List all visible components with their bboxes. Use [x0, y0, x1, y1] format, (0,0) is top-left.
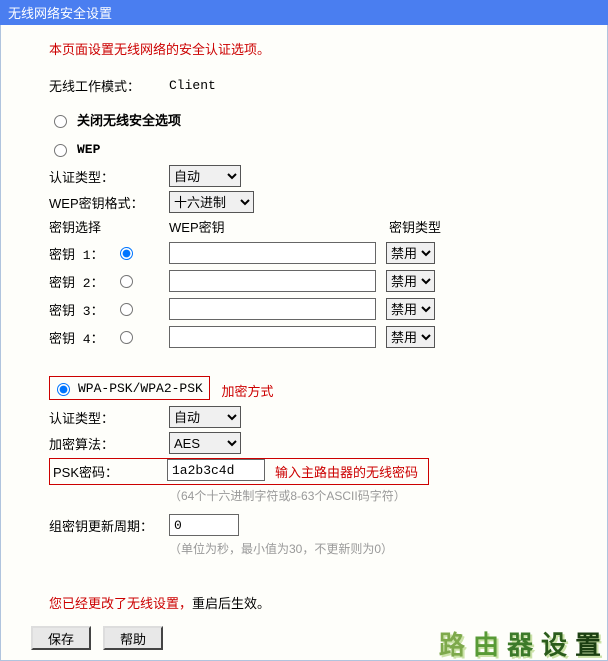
wep-auth-select[interactable]: 自动 [169, 165, 241, 187]
rekey-input[interactable] [169, 514, 239, 536]
wep-format-label: WEP密钥格式： [49, 193, 169, 212]
help-button[interactable]: 帮助 [103, 626, 163, 650]
psk-highlight-box: PSK密码： 输入主路由器的无线密码 [49, 458, 429, 485]
wep-key1-input[interactable] [169, 242, 376, 264]
radio-wep-label: WEP [77, 142, 100, 157]
wep-key4-type-select[interactable]: 禁用 [386, 326, 435, 348]
wep-key1-label: 密钥 1： [49, 244, 115, 263]
wep-key2-type-select[interactable]: 禁用 [386, 270, 435, 292]
mode-value: Client [169, 78, 216, 93]
wep-key3-label: 密钥 3： [49, 300, 115, 319]
wep-auth-label: 认证类型： [49, 167, 169, 186]
wep-key1-type-select[interactable]: 禁用 [386, 242, 435, 264]
wep-format-select[interactable]: 十六进制 [169, 191, 254, 213]
psk-annotation: 输入主路由器的无线密码 [265, 459, 428, 484]
radio-wpa[interactable] [57, 383, 70, 396]
wpa-auth-label: 认证类型： [49, 408, 169, 427]
save-button[interactable]: 保存 [31, 626, 91, 650]
radio-security-off[interactable] [54, 115, 67, 128]
wpa-algo-select[interactable]: AES [169, 432, 241, 454]
wep-key2-label: 密钥 2： [49, 272, 115, 291]
content-panel: 本页面设置无线网络的安全认证选项。 无线工作模式： Client 关闭无线安全选… [0, 25, 608, 661]
watermark: 路 由 器 设 置 [437, 630, 607, 660]
wep-key1-radio[interactable] [120, 247, 133, 260]
wep-key2-input[interactable] [169, 270, 376, 292]
wep-header-select: 密钥选择 [49, 217, 169, 236]
wep-key4-input[interactable] [169, 326, 376, 348]
description-text: 本页面设置无线网络的安全认证选项。 [49, 39, 607, 58]
wpa-method-annotation: 加密方式 [221, 384, 273, 399]
rekey-hint: （单位为秒，最小值为30，不更新则为0） [169, 540, 607, 557]
mode-label: 无线工作模式： [49, 76, 169, 95]
wep-key3-type-select[interactable]: 禁用 [386, 298, 435, 320]
wep-header-key: WEP密钥 [169, 217, 389, 236]
wep-key2-radio[interactable] [120, 275, 133, 288]
wep-key3-input[interactable] [169, 298, 376, 320]
wpa-algo-label: 加密算法： [49, 434, 169, 453]
radio-security-off-label: 关闭无线安全选项 [77, 110, 181, 129]
rekey-label: 组密钥更新周期： [49, 516, 169, 535]
psk-input[interactable] [167, 459, 265, 481]
panel-title: 无线网络安全设置 [0, 0, 608, 25]
radio-wpa-label: WPA-PSK/WPA2-PSK [78, 381, 203, 396]
wep-key4-label: 密钥 4： [49, 328, 115, 347]
psk-label: PSK密码： [50, 459, 167, 484]
wpa-auth-select[interactable]: 自动 [169, 406, 241, 428]
wep-header-type: 密钥类型 [389, 217, 469, 236]
radio-wep[interactable] [54, 144, 67, 157]
warning-text: 您已经更改了无线设置，重启后生效。 [49, 593, 607, 612]
wep-key4-radio[interactable] [120, 331, 133, 344]
psk-hint: （64个十六进制字符或8-63个ASCII码字符） [169, 487, 607, 504]
wpa-highlight-box: WPA-PSK/WPA2-PSK [49, 376, 210, 400]
wep-key3-radio[interactable] [120, 303, 133, 316]
